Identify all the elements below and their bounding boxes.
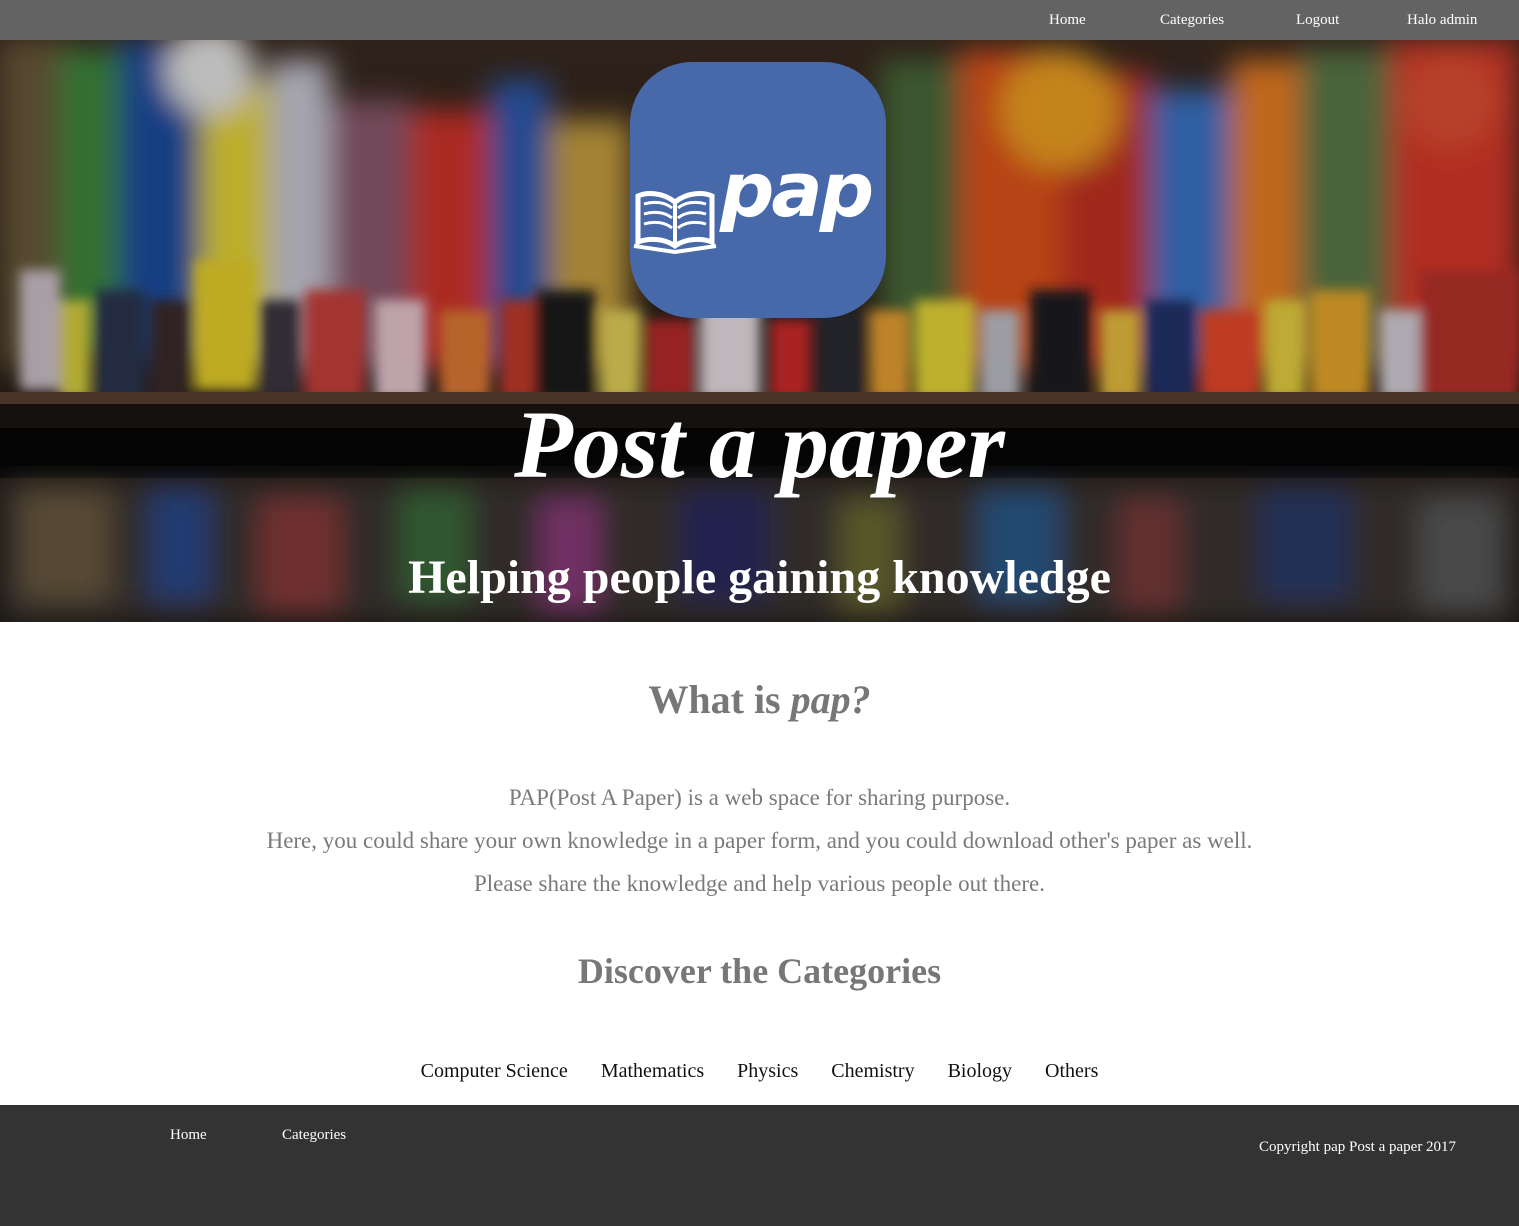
- category-mathematics-link[interactable]: Mathematics: [601, 1060, 704, 1082]
- hero-subtitle: Helping people gaining knowledge: [408, 551, 1111, 604]
- about-heading: What is pap?: [0, 676, 1519, 724]
- footer: Home Categories Copyright pap Post a pap…: [0, 1105, 1519, 1226]
- category-physics-link[interactable]: Physics: [737, 1060, 798, 1082]
- about-line-3: Please share the knowledge and help vari…: [474, 871, 1045, 896]
- hero-title: Post a paper: [514, 391, 1005, 498]
- about-heading-prefix: What is: [648, 677, 791, 722]
- nav-user-greeting-link[interactable]: Halo admin: [1407, 10, 1477, 30]
- footer-home-link[interactable]: Home: [170, 1125, 207, 1145]
- category-others-link[interactable]: Others: [1045, 1060, 1098, 1082]
- nav-home-link[interactable]: Home: [1049, 10, 1086, 30]
- nav-categories-link[interactable]: Categories: [1160, 10, 1224, 30]
- top-navbar: Home Categories Logout Halo admin: [0, 0, 1519, 40]
- logo-wordmark: pap: [720, 145, 874, 234]
- category-computer-science-link[interactable]: Computer Science: [421, 1060, 568, 1082]
- about-line-2: Here, you could share your own knowledge…: [266, 828, 1253, 853]
- category-chemistry-link[interactable]: Chemistry: [831, 1060, 914, 1082]
- about-heading-brand: pap?: [790, 677, 871, 722]
- categories-list: Computer Science Mathematics Physics Che…: [0, 1058, 1519, 1084]
- open-book-icon: [633, 191, 717, 254]
- footer-copyright: Copyright pap Post a paper 2017: [1259, 1139, 1457, 1155]
- hero-banner: pap Post a paper Helping people gaining …: [0, 40, 1519, 622]
- category-biology-link[interactable]: Biology: [948, 1060, 1012, 1082]
- pap-logo: pap: [630, 62, 886, 318]
- footer-categories-link[interactable]: Categories: [282, 1125, 346, 1145]
- about-line-1: PAP(Post A Paper) is a web space for sha…: [508, 785, 1011, 810]
- nav-logout-link[interactable]: Logout: [1296, 10, 1339, 30]
- categories-heading: Discover the Categories: [577, 951, 942, 991]
